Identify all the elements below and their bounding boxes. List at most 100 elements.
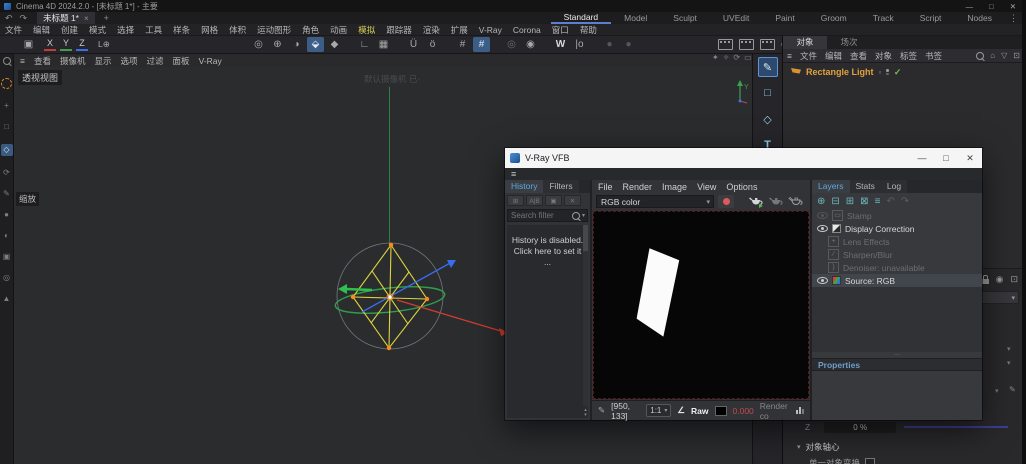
axis-x-toggle[interactable]: X [44,38,56,51]
interactive-render-teapot-button[interactable] [788,195,804,208]
om-filter-icon[interactable]: ▽ [1001,51,1007,60]
history-search-input[interactable] [508,211,572,220]
om-menu-view[interactable]: 查看 [850,50,867,62]
vp-menu-display[interactable]: 显示 [95,55,112,67]
polygon-mode-icon[interactable]: ▣ [3,253,11,261]
viewport-label[interactable]: 透视视图 [18,70,62,85]
layer-visibility-icon[interactable] [817,225,828,232]
layer-row-denoiser[interactable]: ) Denoiser: unavailable [812,261,982,274]
rectangle-spline-icon[interactable]: □ [758,83,778,103]
render-teapot-button[interactable] [748,195,764,208]
attr-caret-2-icon[interactable]: ▾ [1007,359,1011,367]
vfb-titlebar[interactable]: V-Ray VFB — □ ✕ [505,148,982,168]
model-mode-icon[interactable]: ◎ [3,274,10,282]
frame-selected-button[interactable]: ▣ [20,37,37,52]
menu-volume[interactable]: 体积 [229,24,246,36]
attr-edit-pen-icon[interactable]: ✎ [1009,385,1016,394]
object-state-icon[interactable]: ▫ [879,68,882,77]
menu-create[interactable]: 创建 [61,24,78,36]
panel-icon-3[interactable]: ⟳ [733,53,740,62]
vfb-menu-image[interactable]: Image [662,182,687,192]
history-search-caret-icon[interactable]: ▾ [582,212,585,219]
z-value-field[interactable]: 0 % [824,422,896,433]
vp-menu-filter[interactable]: 过滤 [147,55,164,67]
vfb-menu-file[interactable]: File [598,182,613,192]
history-set-a-button[interactable]: ▣ [545,195,562,206]
vp-menu-panel[interactable]: 面板 [173,55,190,67]
om-menu-icon[interactable]: ≡ [787,51,792,61]
om-menu-file[interactable]: 文件 [800,50,817,62]
om-home-icon[interactable]: ⌂ [990,51,995,60]
menu-tracker[interactable]: 跟踪器 [386,24,412,36]
tab-close-icon[interactable]: × [84,14,89,23]
vfb-maximize-button[interactable]: □ [934,153,958,164]
vfb-close-button[interactable]: ✕ [958,153,982,164]
color-picker-icon[interactable]: ✎ [598,405,605,416]
add-tab-button[interactable]: + [104,13,109,23]
viewport-axis-gizmo[interactable]: Y [730,77,752,107]
histogram-icon[interactable] [796,407,804,414]
layer-row-lens-effects[interactable]: + Lens Effects [812,235,982,248]
axis-z-toggle[interactable]: Z [76,38,88,51]
edge-mode-icon[interactable]: ◐ [4,232,9,240]
vfb-menu-options[interactable]: Options [726,182,757,192]
vp-menu-vray[interactable]: V-Ray [199,56,222,66]
history-disabled-message[interactable]: History is disabled. Click here to set i… [507,225,588,278]
axis-y-toggle[interactable]: Y [60,38,72,51]
vp-menu-camera[interactable]: 摄像机 [60,55,86,67]
sphere-icon-1[interactable]: ● [601,37,618,52]
render-view-button[interactable] [718,39,733,50]
workspace-tab-paint[interactable]: Paint [762,12,807,24]
single-transform-checkbox[interactable] [865,458,875,464]
render-picture-viewer-button[interactable] [739,39,754,50]
workspace-tab-uvedit[interactable]: UVEdit [710,12,762,24]
viewport-search-icon[interactable] [3,57,11,65]
layers-redo-icon[interactable]: ↷ [901,196,909,207]
layers-undo-icon[interactable]: ↶ [886,196,894,207]
menu-mode[interactable]: 模式 [89,24,106,36]
grid-snap-icon-active[interactable]: # [473,37,490,52]
properties-section-header[interactable]: Properties [812,358,982,371]
vfb-tab-filters[interactable]: Filters [543,180,578,193]
om-export-icon[interactable]: ⊡ [1013,51,1020,60]
panel-icon-4[interactable]: ▭ [744,53,752,62]
minimize-button[interactable]: — [966,2,974,11]
workspace-tab-script[interactable]: Script [907,12,955,24]
grid-icon[interactable]: # [454,37,471,52]
rotate-tool-icon[interactable]: ⟳ [3,169,10,177]
om-search-icon[interactable] [976,52,984,60]
ring-icon-2[interactable]: ◉ [522,37,539,52]
menu-corona[interactable]: Corona [513,25,541,35]
render-region-button[interactable] [718,195,734,208]
save-layers-icon[interactable]: ⊟ [831,196,839,207]
scene-object-gizmo[interactable] [330,227,530,367]
menu-character[interactable]: 角色 [302,24,319,36]
coordinate-system-button[interactable]: L⊕ [98,39,110,50]
vfb-tab-stats[interactable]: Stats [850,180,881,193]
scale-tool-icon-active[interactable]: ◇ [1,144,13,156]
workplane-icon[interactable]: ∟ [356,37,373,52]
hair-icon[interactable]: W [552,37,569,52]
layer-row-display-correction[interactable]: Display Correction [812,222,982,235]
maximize-button[interactable]: □ [989,2,994,11]
attr-caret-1-icon[interactable]: ▾ [1007,345,1011,353]
layer-row-sharpen-blur[interactable]: ∕ Sharpen/Blur [812,248,982,261]
workspace-tab-sculpt[interactable]: Sculpt [660,12,710,24]
menu-spline[interactable]: 样条 [173,24,190,36]
channel-dropdown[interactable]: RGB color ▾ [596,195,714,208]
point-mode-icon[interactable]: ● [4,211,9,219]
menu-animate[interactable]: 动画 [330,24,347,36]
mode-icon-1[interactable]: ◎ [250,37,267,52]
spline-pen-icon[interactable]: ✎ [758,57,778,77]
history-scrollbar[interactable] [583,225,588,406]
vfb-tab-layers[interactable]: Layers [812,180,850,193]
particles-icon[interactable]: |o [571,37,588,52]
panel-icon-1[interactable]: ✦ [712,53,719,62]
workspace-tab-nodes[interactable]: Nodes [954,12,1005,24]
menu-window[interactable]: 窗口 [552,24,569,36]
texture-mode-icon[interactable]: ▲ [3,295,11,303]
mode-icon-5[interactable]: ◆ [326,37,343,52]
workspace-tab-track[interactable]: Track [860,12,907,24]
object-check-icon[interactable]: ✓ [894,67,902,78]
layer-visibility-icon[interactable] [817,277,828,284]
